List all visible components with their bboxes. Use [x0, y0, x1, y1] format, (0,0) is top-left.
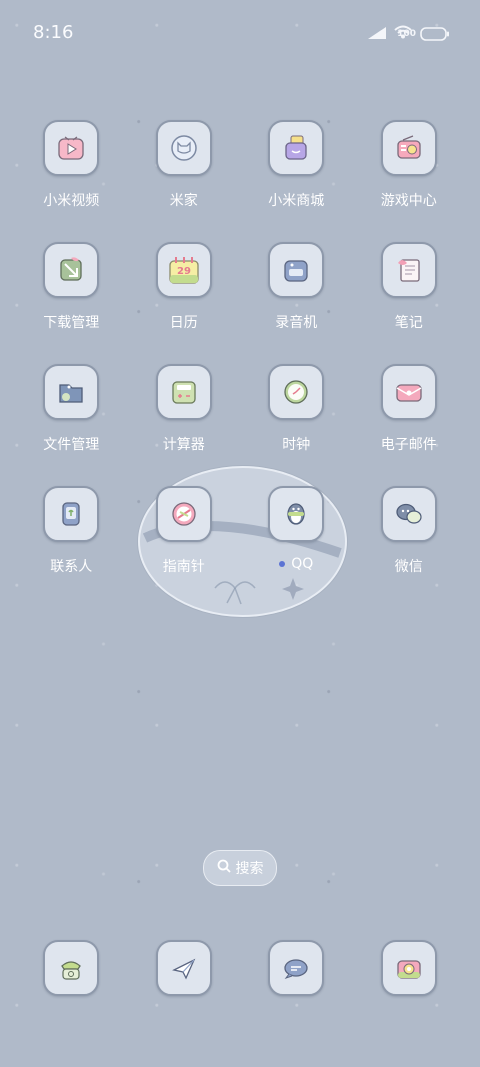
dock-phone[interactable]	[15, 940, 128, 996]
dock	[15, 940, 465, 996]
chat-bubbles-icon	[380, 486, 437, 542]
recorder-icon	[268, 242, 325, 298]
battery-icon: 100	[397, 26, 450, 41]
app-label: 微信	[394, 559, 423, 575]
cat-face-icon	[155, 120, 212, 176]
app-label: QQ	[279, 556, 313, 572]
calendar-icon: 29	[155, 242, 212, 298]
calendar-day: 29	[177, 266, 191, 277]
app-compass[interactable]: 指南针	[128, 486, 241, 608]
app-row: 下载管理 29 日历 录音机 笔记	[15, 242, 465, 364]
app-contacts[interactable]: 联系人	[15, 486, 128, 608]
message-icon	[268, 940, 325, 996]
app-game-center[interactable]: 游戏中心	[353, 120, 466, 242]
clock-icon	[268, 364, 325, 420]
app-row: 联系人 指南针 QQ 微信	[15, 486, 465, 608]
app-row: 小米视频 米家 小米商城 游戏中心	[15, 120, 465, 242]
app-email[interactable]: 电子邮件	[353, 364, 466, 486]
app-downloads[interactable]: 下载管理	[15, 242, 128, 364]
penguin-icon	[268, 486, 325, 542]
radio-icon	[380, 120, 437, 176]
app-label: 计算器	[162, 437, 205, 453]
status-icons: 100	[368, 24, 450, 43]
video-play-icon	[43, 120, 100, 176]
app-row: 文件管理 计算器 时钟 电子邮件	[15, 364, 465, 486]
app-notes[interactable]: 笔记	[353, 242, 466, 364]
battery-percent: 100	[397, 28, 416, 39]
app-wechat[interactable]: 微信	[353, 486, 466, 608]
dock-messages[interactable]	[240, 940, 353, 996]
app-grid: 小米视频 米家 小米商城 游戏中心 下载管理 29 日历 录音机 笔记 文件管理…	[15, 120, 465, 608]
app-file-manager[interactable]: 文件管理	[15, 364, 128, 486]
app-label: 下载管理	[43, 315, 100, 331]
app-label: 电子邮件	[380, 437, 437, 453]
app-label: 游戏中心	[380, 193, 437, 209]
app-mi-video[interactable]: 小米视频	[15, 120, 128, 242]
compass-icon	[155, 486, 212, 542]
search-label: 搜索	[235, 861, 264, 877]
download-icon	[43, 242, 100, 298]
app-mijia[interactable]: 米家	[128, 120, 241, 242]
app-clock[interactable]: 时钟	[240, 364, 353, 486]
app-label: 录音机	[275, 315, 318, 331]
app-label: 米家	[169, 193, 198, 209]
app-label: 联系人	[50, 559, 93, 575]
shopping-bag-icon	[268, 120, 325, 176]
app-label: 笔记	[394, 315, 423, 331]
mail-icon	[380, 364, 437, 420]
contacts-icon	[43, 486, 100, 542]
calculator-icon	[155, 364, 212, 420]
phone-icon	[43, 940, 100, 996]
app-calculator[interactable]: 计算器	[128, 364, 241, 486]
camera-icon	[380, 940, 437, 996]
search-icon	[217, 859, 231, 877]
notification-dot	[279, 561, 286, 567]
app-label: 文件管理	[43, 437, 100, 453]
app-label: 小米商城	[268, 193, 325, 209]
app-label: 日历	[169, 315, 198, 331]
app-label: 小米视频	[43, 193, 100, 209]
app-label: 指南针	[162, 559, 205, 575]
notes-icon	[380, 242, 437, 298]
dock-camera[interactable]	[353, 940, 466, 996]
app-recorder[interactable]: 录音机	[240, 242, 353, 364]
paper-plane-icon	[155, 940, 212, 996]
app-label: 时钟	[282, 437, 311, 453]
app-mi-store[interactable]: 小米商城	[240, 120, 353, 242]
status-time: 8:16	[33, 22, 74, 43]
signal-icon	[368, 24, 386, 43]
folder-icon	[43, 364, 100, 420]
app-label-text: QQ	[291, 556, 314, 572]
dock-browser[interactable]	[128, 940, 241, 996]
search-button[interactable]: 搜索	[203, 850, 277, 886]
status-bar: 8:16 100	[0, 0, 480, 66]
app-qq[interactable]: QQ	[240, 486, 353, 608]
app-calendar[interactable]: 29 日历	[128, 242, 241, 364]
